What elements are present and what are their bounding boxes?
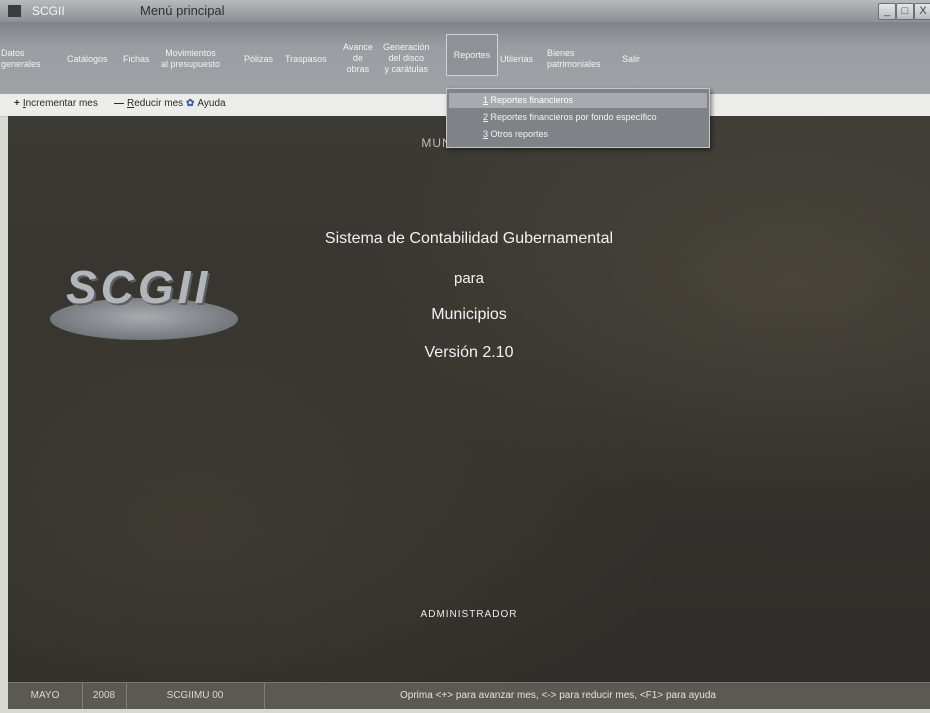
menu-generacion-disco[interactable]: Generación del disco y carátulas <box>383 42 430 75</box>
menu-salir[interactable]: Salir <box>622 54 640 65</box>
menu-bar: Datos generales Catálogos Fichas Movimie… <box>0 22 930 94</box>
plus-icon: + <box>14 98 20 109</box>
version-label: Versión 2.10 <box>424 344 514 361</box>
incrementar-mes-button[interactable]: + Incrementar mes <box>14 98 98 109</box>
scgii-logo: SCGII <box>46 254 246 344</box>
menu-utilerias[interactable]: Utilerías <box>500 54 533 65</box>
incrementar-label: ncrementar mes <box>25 98 98 109</box>
user-label: ADMINISTRADOR <box>420 609 518 620</box>
menu-catalogos[interactable]: Catálogos <box>67 54 108 65</box>
app-icon <box>8 5 21 17</box>
system-title-para: para <box>453 270 485 287</box>
reducir-mes-button[interactable]: — Reducir mes <box>114 98 183 109</box>
dropdown-item-reportes-fondo[interactable]: 2 Reportes financieros por fondo específ… <box>449 110 707 125</box>
close-button[interactable]: X <box>914 3 930 20</box>
status-month: MAYO <box>8 683 83 709</box>
status-bar: MAYO 2008 SCGIIMU 00 Oprima <+> para ava… <box>8 682 930 709</box>
minimize-button[interactable]: _ <box>878 3 896 20</box>
menu-traspasos[interactable]: Traspasos <box>285 54 327 65</box>
reducir-label: educir mes <box>134 98 184 109</box>
status-message: Oprima <+> para avanzar mes, <-> para re… <box>400 690 716 701</box>
dropdown-item-label: Otros reportes <box>488 129 549 139</box>
menu-bienes-patrimoniales[interactable]: Bienes patrimoniales <box>547 48 601 70</box>
ayuda-button[interactable]: ✿ Ayuda <box>186 98 226 109</box>
maximize-button[interactable]: □ <box>896 3 914 20</box>
menu-movimientos[interactable]: Movimientos al presupuesto <box>161 48 220 70</box>
status-year: 2008 <box>82 683 127 709</box>
menu-datos-generales[interactable]: Datos generales <box>1 48 41 70</box>
menu-fichas[interactable]: Fichas <box>123 54 150 65</box>
dropdown-item-reportes-financieros[interactable]: 1 Reportes financieros <box>449 93 707 108</box>
window-title: Menú principal <box>140 3 225 18</box>
system-title: Sistema de Contabilidad Gubernamental <box>324 230 614 247</box>
dropdown-item-label: Reportes financieros <box>488 95 574 105</box>
reportes-dropdown: 1 Reportes financieros 2 Reportes financ… <box>446 88 710 148</box>
system-title-municipios: Municipios <box>431 306 507 323</box>
help-icon: ✿ <box>186 98 195 109</box>
ayuda-label: Ayuda <box>197 98 226 109</box>
minus-icon: — <box>114 98 124 109</box>
menu-polizas[interactable]: Pólizas <box>244 54 273 65</box>
title-bar: SCGII Menú principal _ □ X <box>0 0 930 23</box>
splash-panel: MUNICIPIO DE SCGII Sistema de Contabilid… <box>8 116 930 682</box>
menu-avance-obras[interactable]: Avance de obras <box>343 42 373 75</box>
app-name: SCGII <box>32 4 65 18</box>
dropdown-item-otros-reportes[interactable]: 3 Otros reportes <box>449 127 707 142</box>
menu-reportes[interactable]: Reportes <box>446 34 498 76</box>
dropdown-item-label: Reportes financieros por fondo específic… <box>488 112 657 122</box>
status-module: SCGIIMU 00 <box>126 683 265 709</box>
